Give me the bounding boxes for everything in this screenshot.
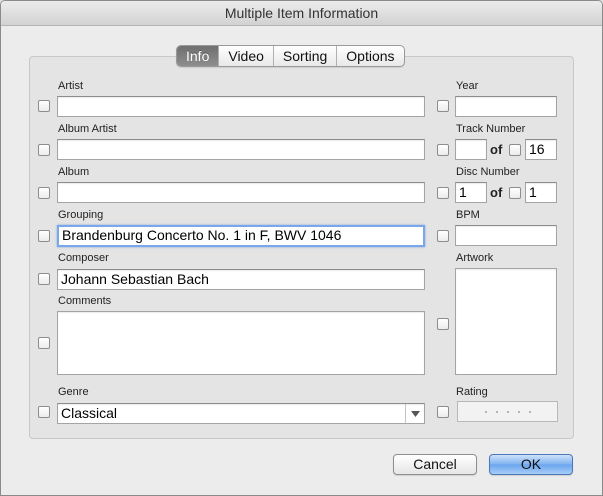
comments-label: Comments <box>58 295 112 307</box>
artwork-checkbox[interactable] <box>437 318 449 330</box>
tab-sorting[interactable]: Sorting <box>272 46 336 66</box>
composer-field[interactable]: Johann Sebastian Bach <box>57 269 425 290</box>
track-total-field[interactable]: 16 <box>525 139 557 160</box>
rating-star-4[interactable] <box>517 410 520 413</box>
album-label: Album <box>58 166 90 178</box>
composer-label: Composer <box>58 252 109 264</box>
comments-textarea[interactable] <box>57 311 425 375</box>
grouping-field[interactable]: Brandenburg Concerto No. 1 in F, BWV 104… <box>57 225 425 247</box>
artist-checkbox[interactable] <box>38 100 50 112</box>
year-checkbox[interactable] <box>437 100 449 112</box>
bpm-label: BPM <box>456 209 480 221</box>
disc-number-field[interactable]: 1 <box>455 182 487 203</box>
genre-label: Genre <box>58 386 89 398</box>
genre-value: Classical <box>61 405 118 421</box>
genre-checkbox[interactable] <box>38 406 50 418</box>
album-artist-label: Album Artist <box>58 123 117 135</box>
chevron-down-icon[interactable] <box>405 404 424 423</box>
window-title: Multiple Item Information <box>1 1 602 26</box>
rating-stars[interactable] <box>457 401 558 422</box>
album-checkbox[interactable] <box>38 187 50 199</box>
year-label: Year <box>456 80 479 92</box>
disc-total-field[interactable]: 1 <box>525 182 557 203</box>
track-total-checkbox[interactable] <box>509 144 521 156</box>
rating-star-2[interactable] <box>495 410 498 413</box>
disc-total-checkbox[interactable] <box>509 187 521 199</box>
artist-label: Artist <box>58 80 84 92</box>
artist-field[interactable] <box>57 96 425 117</box>
composer-checkbox[interactable] <box>38 273 50 285</box>
grouping-checkbox[interactable] <box>38 230 50 242</box>
track-of-label: of <box>490 142 503 157</box>
genre-combobox[interactable]: Classical <box>57 403 425 424</box>
cancel-button[interactable]: Cancel <box>393 454 477 475</box>
comments-checkbox[interactable] <box>38 337 50 349</box>
tab-options[interactable]: Options <box>336 46 403 66</box>
tab-bar: Info Video Sorting Options <box>176 45 405 67</box>
artwork-label: Artwork <box>456 252 494 264</box>
rating-label: Rating <box>456 386 488 398</box>
bpm-field[interactable] <box>455 225 557 246</box>
tab-info[interactable]: Info <box>177 46 219 66</box>
track-number-field[interactable] <box>455 139 487 160</box>
rating-checkbox[interactable] <box>437 406 449 418</box>
ok-button[interactable]: OK <box>489 454 573 475</box>
disc-number-label: Disc Number <box>456 166 520 178</box>
album-artist-field[interactable] <box>57 139 425 160</box>
track-number-label: Track Number <box>456 123 526 135</box>
tab-video[interactable]: Video <box>218 46 273 66</box>
disc-of-label: of <box>490 185 503 200</box>
album-field[interactable] <box>57 182 425 203</box>
album-artist-checkbox[interactable] <box>38 144 50 156</box>
track-number-checkbox[interactable] <box>437 144 449 156</box>
rating-star-3[interactable] <box>506 410 509 413</box>
bpm-checkbox[interactable] <box>437 230 449 242</box>
grouping-label: Grouping <box>58 209 104 221</box>
disc-number-checkbox[interactable] <box>437 187 449 199</box>
rating-star-5[interactable] <box>528 410 531 413</box>
rating-star-1[interactable] <box>484 410 487 413</box>
year-field[interactable] <box>455 96 557 117</box>
artwork-well[interactable] <box>455 268 557 375</box>
